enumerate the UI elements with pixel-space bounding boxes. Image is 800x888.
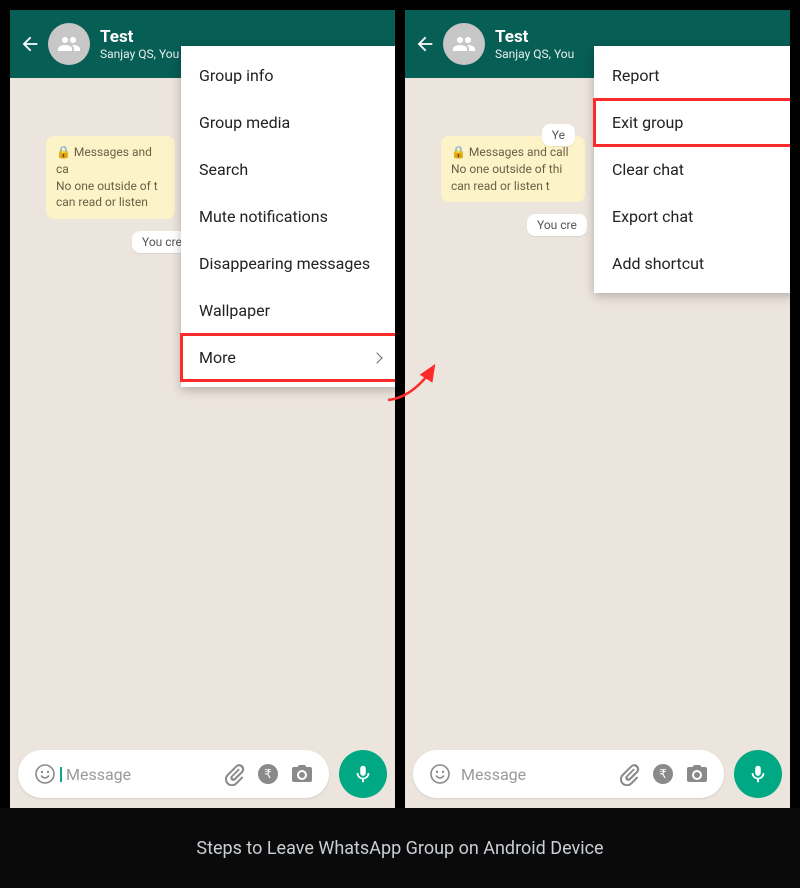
menu-item-label: Add shortcut (612, 254, 704, 273)
screens-wrapper: Test Sanjay QS, You 🔒 Messages and ca No… (0, 0, 800, 808)
menu-item-label: Exit group (612, 113, 683, 132)
overflow-menu: Group info Group media Search Mute notif… (181, 46, 395, 387)
menu-item-group-media[interactable]: Group media (181, 99, 395, 146)
menu-item-more[interactable]: More (181, 334, 395, 381)
menu-item-disappearing[interactable]: Disappearing messages (181, 240, 395, 287)
attach-icon[interactable] (221, 761, 247, 787)
system-created-pill: You cre (527, 214, 587, 236)
menu-item-label: Mute notifications (199, 207, 328, 226)
composer: Message ₹ (18, 748, 387, 800)
menu-item-label: Clear chat (612, 160, 684, 179)
back-button[interactable] (18, 32, 42, 56)
encryption-banner[interactable]: 🔒 Messages and ca No one outside of t ca… (46, 136, 175, 219)
camera-icon[interactable] (684, 761, 710, 787)
menu-item-label: Group info (199, 66, 273, 85)
menu-item-search[interactable]: Search (181, 146, 395, 193)
group-avatar[interactable] (48, 23, 90, 65)
menu-item-label: Search (199, 160, 248, 179)
group-subtitle: Sanjay QS, You (100, 47, 179, 61)
svg-text:₹: ₹ (264, 767, 272, 781)
phone-right: Test Sanjay QS, You Ye 🔒 Messages and ca… (405, 10, 790, 808)
back-button[interactable] (413, 32, 437, 56)
message-input[interactable]: Message (62, 765, 217, 784)
menu-item-mute[interactable]: Mute notifications (181, 193, 395, 240)
menu-item-wallpaper[interactable]: Wallpaper (181, 287, 395, 334)
menu-item-group-info[interactable]: Group info (181, 52, 395, 99)
emoji-icon[interactable] (32, 761, 58, 787)
group-title: Test (495, 27, 574, 47)
mic-button[interactable] (339, 750, 387, 798)
mic-button[interactable] (734, 750, 782, 798)
menu-item-label: Disappearing messages (199, 254, 370, 273)
group-avatar[interactable] (443, 23, 485, 65)
menu-item-clear-chat[interactable]: Clear chat (594, 146, 790, 193)
chevron-right-icon (371, 352, 382, 363)
message-input[interactable]: Message (457, 765, 612, 784)
group-subtitle: Sanjay QS, You (495, 47, 574, 61)
payment-icon[interactable]: ₹ (255, 761, 281, 787)
group-title: Test (100, 27, 179, 47)
svg-text:₹: ₹ (659, 767, 667, 781)
phone-left: Test Sanjay QS, You 🔒 Messages and ca No… (10, 10, 395, 808)
tutorial-caption: Steps to Leave WhatsApp Group on Android… (0, 808, 800, 888)
menu-item-exit-group[interactable]: Exit group (594, 99, 790, 146)
compose-box[interactable]: Message ₹ (18, 750, 329, 798)
more-submenu: Report Exit group Clear chat Export chat… (594, 46, 790, 293)
header-title-block[interactable]: Test Sanjay QS, You (495, 27, 574, 62)
menu-item-label: More (199, 348, 236, 367)
menu-item-label: Report (612, 66, 660, 85)
header-title-block[interactable]: Test Sanjay QS, You (100, 27, 179, 62)
camera-icon[interactable] (289, 761, 315, 787)
composer: Message ₹ (413, 748, 782, 800)
compose-box[interactable]: Message ₹ (413, 750, 724, 798)
date-pill: Ye (542, 124, 575, 146)
caption-text: Steps to Leave WhatsApp Group on Android… (196, 838, 603, 859)
menu-item-label: Wallpaper (199, 301, 270, 320)
menu-item-report[interactable]: Report (594, 52, 790, 99)
menu-item-export-chat[interactable]: Export chat (594, 193, 790, 240)
attach-icon[interactable] (616, 761, 642, 787)
menu-item-add-shortcut[interactable]: Add shortcut (594, 240, 790, 287)
emoji-icon[interactable] (427, 761, 453, 787)
menu-item-label: Group media (199, 113, 290, 132)
menu-item-label: Export chat (612, 207, 693, 226)
payment-icon[interactable]: ₹ (650, 761, 676, 787)
